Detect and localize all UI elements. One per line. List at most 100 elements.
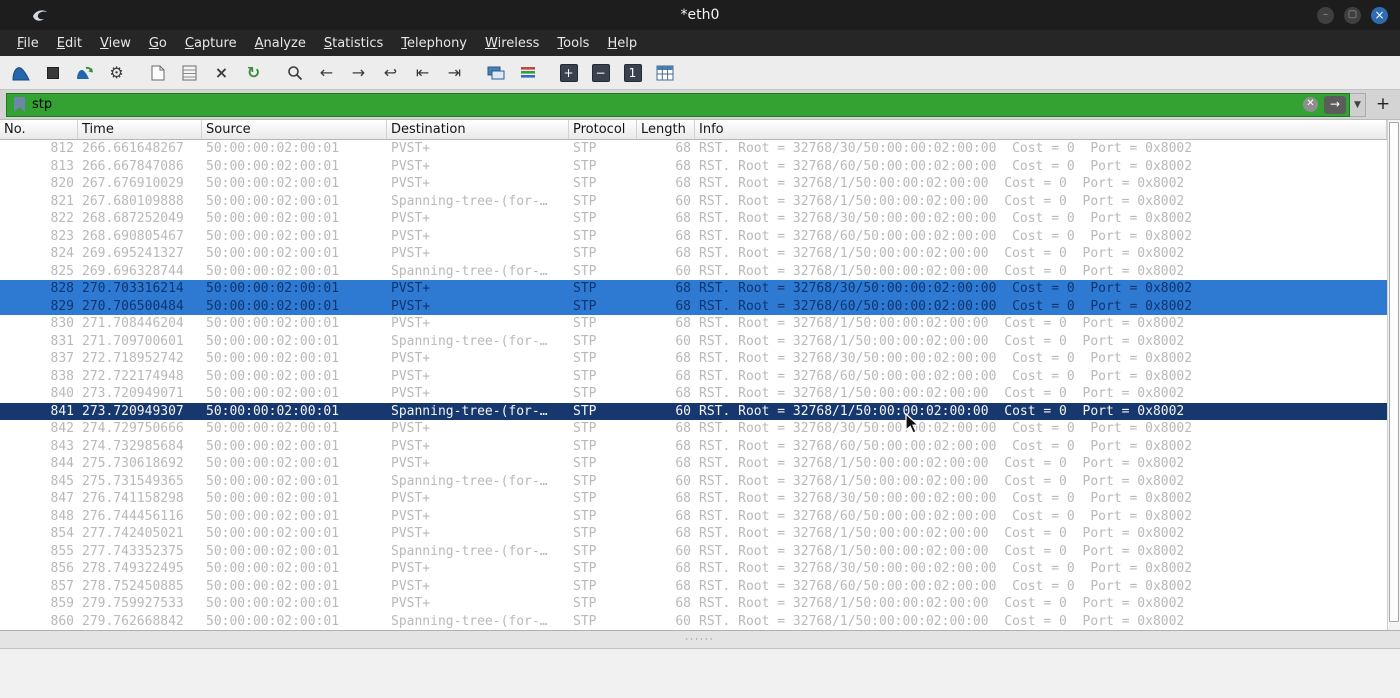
splitter-grip-icon: ······ [685, 634, 715, 645]
packet-row[interactable]: 812 266.661648267 50:00:00:02:00:01 PVST… [0, 140, 1387, 158]
packet-row[interactable]: 841 273.720949307 50:00:00:02:00:01 Span… [0, 402, 1387, 420]
filter-value[interactable]: stp [32, 97, 1303, 112]
go-to-packet-button[interactable]: ↩ [376, 59, 405, 86]
resize-columns-button[interactable] [650, 59, 679, 86]
packet-row[interactable]: 843 274.732985684 50:00:00:02:00:01 PVST… [0, 438, 1387, 456]
packet-row[interactable]: 860 279.762668842 50:00:00:02:00:01 Span… [0, 613, 1387, 631]
menu-item[interactable]: Tools [548, 33, 598, 54]
column-header[interactable]: Time [78, 120, 202, 139]
find-packet-button[interactable] [280, 59, 309, 86]
clear-filter-button[interactable]: ✕ [1303, 97, 1318, 112]
add-filter-button[interactable]: + [1372, 94, 1394, 116]
packet-protocol: STP [573, 403, 597, 419]
packet-no: 813 [50, 158, 74, 174]
packet-protocol: STP [573, 263, 597, 279]
packet-source: 50:00:00:02:00:01 [206, 561, 340, 576]
column-header[interactable]: Length [637, 120, 695, 139]
packet-row[interactable]: 825 269.696328744 50:00:00:02:00:01 Span… [0, 263, 1387, 281]
menu-item[interactable]: File [8, 33, 48, 54]
column-header[interactable]: Protocol [569, 120, 637, 139]
minimize-button[interactable]: – [1317, 6, 1334, 24]
packet-destination: PVST+ [391, 386, 431, 401]
scrollbar-thumb[interactable] [1389, 122, 1399, 622]
packet-length: 68 [675, 316, 691, 331]
packet-length: 68 [675, 298, 691, 314]
menu-item[interactable]: Go [140, 33, 176, 54]
zoom-in-button[interactable]: + [554, 59, 583, 86]
zoom-out-button[interactable]: − [586, 59, 615, 86]
packet-list-pane: No. Time Source Destination Protocol Length In… [0, 120, 1400, 630]
packet-row[interactable]: 813 266.667847086 50:00:00:02:00:01 PVST… [0, 158, 1387, 176]
capture-options-button[interactable]: ⚙ [102, 59, 131, 86]
minus-icon: − [591, 63, 610, 82]
close-file-button[interactable]: × [207, 59, 236, 86]
packet-row[interactable]: 821 267.680109888 50:00:00:02:00:01 Span… [0, 193, 1387, 211]
table-grid-icon [656, 65, 673, 80]
packet-row[interactable]: 822 268.687252049 50:00:00:02:00:01 PVST… [0, 210, 1387, 228]
packet-row[interactable]: 823 268.690805467 50:00:00:02:00:01 PVST… [0, 228, 1387, 246]
close-button[interactable]: × [1371, 6, 1388, 24]
column-header[interactable]: Destination [387, 120, 569, 139]
packet-row[interactable]: 855 277.743352375 50:00:00:02:00:01 Span… [0, 543, 1387, 561]
packet-time: 274.732985684 [82, 438, 184, 454]
packet-source: 50:00:00:02:00:01 [206, 298, 340, 314]
menu-item[interactable]: Telephony [392, 33, 476, 54]
first-packet-button[interactable]: ⇤ [408, 59, 437, 86]
open-file-button[interactable] [143, 59, 172, 86]
menu-item[interactable]: View [91, 33, 140, 54]
stop-capture-button[interactable] [38, 59, 67, 86]
previous-packet-button[interactable]: ← [312, 59, 341, 86]
packet-source: 50:00:00:02:00:01 [206, 193, 340, 209]
menu-item[interactable]: Wireless [476, 33, 548, 54]
packet-row[interactable]: 837 272.718952742 50:00:00:02:00:01 PVST… [0, 350, 1387, 368]
packet-destination: Spanning-tree-(for-… [391, 263, 548, 279]
packet-row[interactable]: 840 273.720949071 50:00:00:02:00:01 PVST… [0, 385, 1387, 403]
packet-info: RST. Root = 32768/1/50:00:00:02:00:00 Co… [699, 543, 1185, 559]
packet-row[interactable]: 828 270.703316214 50:00:00:02:00:01 PVST… [0, 280, 1387, 298]
menu-item[interactable]: Help [598, 33, 646, 54]
display-filter-input[interactable]: stp ✕ → [6, 92, 1350, 117]
maximize-button[interactable]: ▢ [1344, 6, 1361, 24]
reload-button[interactable]: ↻ [239, 59, 268, 86]
vertical-scrollbar[interactable] [1387, 120, 1400, 630]
packet-row[interactable]: 824 269.695241327 50:00:00:02:00:01 PVST… [0, 245, 1387, 263]
column-header[interactable]: Info [695, 120, 1387, 139]
packet-row[interactable]: 829 270.706500484 50:00:00:02:00:01 PVST… [0, 297, 1387, 315]
packet-time: 273.720949307 [82, 403, 184, 419]
menu-item[interactable]: Edit [48, 33, 91, 54]
next-packet-button[interactable]: → [344, 59, 373, 86]
save-file-button[interactable] [175, 59, 204, 86]
packet-row[interactable]: 842 274.729750666 50:00:00:02:00:01 PVST… [0, 420, 1387, 438]
packet-row[interactable]: 820 267.676910029 50:00:00:02:00:01 PVST… [0, 175, 1387, 193]
last-packet-button[interactable]: ⇥ [440, 59, 469, 86]
packet-row[interactable]: 859 279.759927533 50:00:00:02:00:01 PVST… [0, 595, 1387, 613]
packet-row[interactable]: 854 277.742405021 50:00:00:02:00:01 PVST… [0, 525, 1387, 543]
column-header[interactable]: Source [202, 120, 387, 139]
apply-filter-button[interactable]: → [1324, 95, 1346, 114]
colorize-button[interactable] [513, 59, 542, 86]
restart-capture-button[interactable] [70, 59, 99, 86]
packet-row[interactable]: 831 271.709700601 50:00:00:02:00:01 Span… [0, 333, 1387, 351]
auto-scroll-button[interactable] [481, 59, 510, 86]
column-header[interactable]: No. [0, 120, 78, 139]
bookmark-icon[interactable] [14, 97, 25, 112]
menu-item[interactable]: Analyze [246, 33, 315, 54]
packet-info: RST. Root = 32768/1/50:00:00:02:00:00 Co… [699, 246, 1185, 261]
packet-row[interactable]: 838 272.722174948 50:00:00:02:00:01 PVST… [0, 368, 1387, 386]
packet-info: RST. Root = 32768/1/50:00:00:02:00:00 Co… [699, 263, 1185, 279]
pane-splitter[interactable]: ······ [0, 630, 1400, 648]
packet-row[interactable]: 845 275.731549365 50:00:00:02:00:01 Span… [0, 473, 1387, 491]
packet-row[interactable]: 856 278.749322495 50:00:00:02:00:01 PVST… [0, 560, 1387, 578]
packet-row[interactable]: 848 276.744456116 50:00:00:02:00:01 PVST… [0, 508, 1387, 526]
start-capture-button[interactable] [6, 59, 35, 86]
filter-dropdown-button[interactable]: ▼ [1350, 92, 1366, 117]
packet-row[interactable]: 844 275.730618692 50:00:00:02:00:01 PVST… [0, 455, 1387, 473]
menu-item[interactable]: Statistics [315, 33, 392, 54]
packet-row[interactable]: 830 271.708446204 50:00:00:02:00:01 PVST… [0, 315, 1387, 333]
packet-source: 50:00:00:02:00:01 [206, 158, 340, 174]
zoom-reset-button[interactable]: 1 [618, 59, 647, 86]
packet-row[interactable]: 857 278.752450885 50:00:00:02:00:01 PVST… [0, 578, 1387, 596]
packet-row[interactable]: 847 276.741158298 50:00:00:02:00:01 PVST… [0, 490, 1387, 508]
menu-item[interactable]: Capture [176, 33, 246, 54]
packet-length: 68 [675, 508, 691, 524]
